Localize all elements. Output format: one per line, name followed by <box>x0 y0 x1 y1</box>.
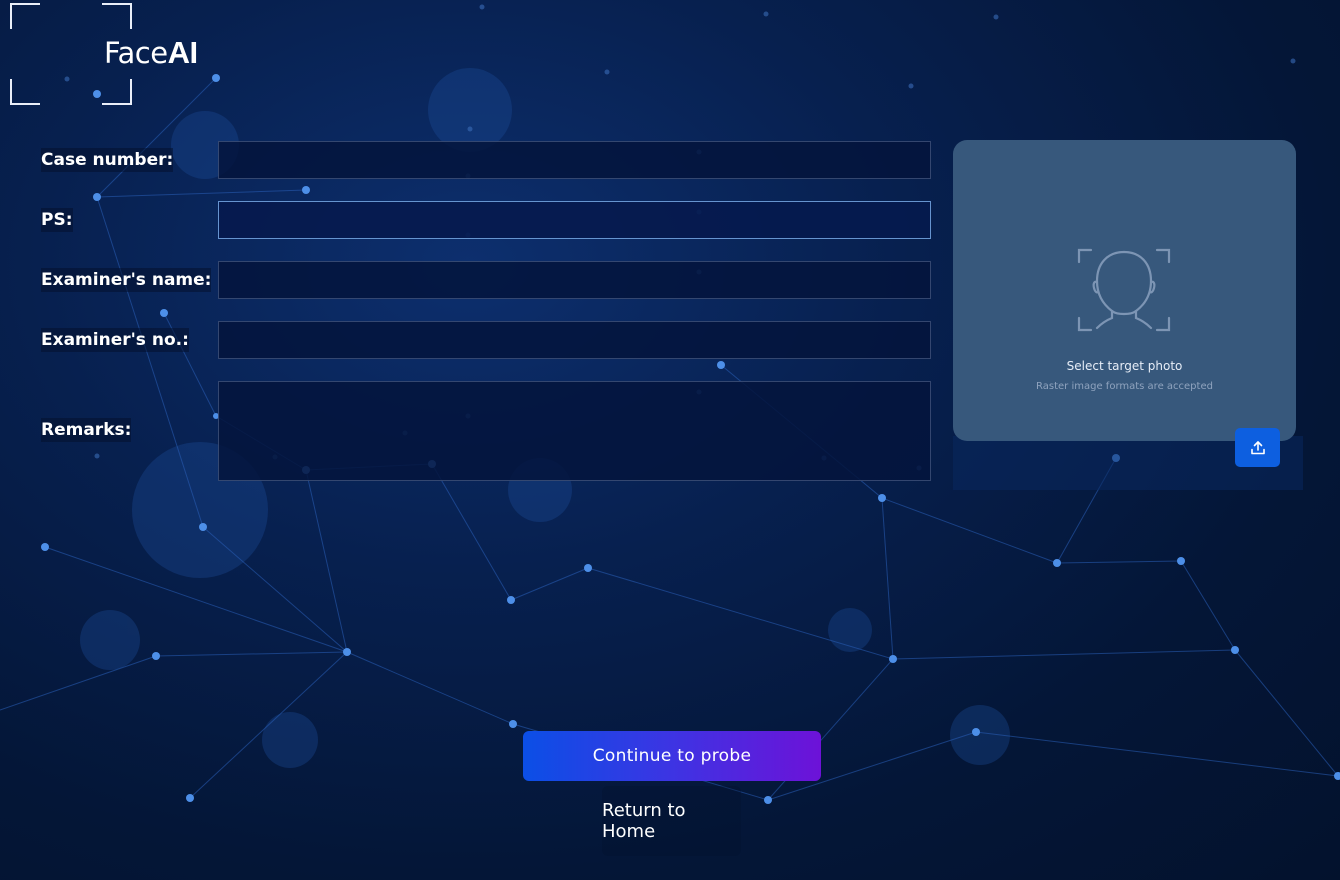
logo-corner-bottom-left <box>10 79 40 105</box>
logo-corner-bottom-right <box>102 79 132 105</box>
upload-icon <box>1250 440 1265 454</box>
app-logo: FaceAI <box>10 3 230 105</box>
ps-label: PS: <box>41 208 73 232</box>
examiner-number-label: Examiner's no.: <box>41 328 189 352</box>
upload-subtitle: Raster image formats are accepted <box>1036 381 1213 392</box>
examiner-number-input[interactable] <box>218 321 931 359</box>
logo-wordmark: FaceAI <box>104 35 198 71</box>
upload-title: Select target photo <box>1066 359 1183 373</box>
case-number-input[interactable] <box>218 141 931 179</box>
logo-corner-top-left <box>10 3 40 29</box>
examiner-name-input[interactable] <box>218 261 931 299</box>
remarks-label: Remarks: <box>41 418 132 442</box>
examiner-name-label: Examiner's name: <box>41 268 212 292</box>
logo-corner-top-right <box>102 3 132 29</box>
face-scan-icon <box>1077 248 1171 332</box>
continue-to-probe-button[interactable]: Continue to probe <box>523 731 821 781</box>
target-photo-dropzone[interactable]: Select target photo Raster image formats… <box>953 140 1296 441</box>
return-to-home-link[interactable]: Return to Home <box>602 786 741 856</box>
ps-input[interactable] <box>218 201 931 239</box>
case-number-label: Case number: <box>41 148 174 172</box>
upload-button[interactable] <box>1235 428 1280 467</box>
logo-text-bold: AI <box>167 35 199 70</box>
remarks-textarea[interactable] <box>218 381 931 481</box>
logo-text-regular: Face <box>104 36 168 70</box>
